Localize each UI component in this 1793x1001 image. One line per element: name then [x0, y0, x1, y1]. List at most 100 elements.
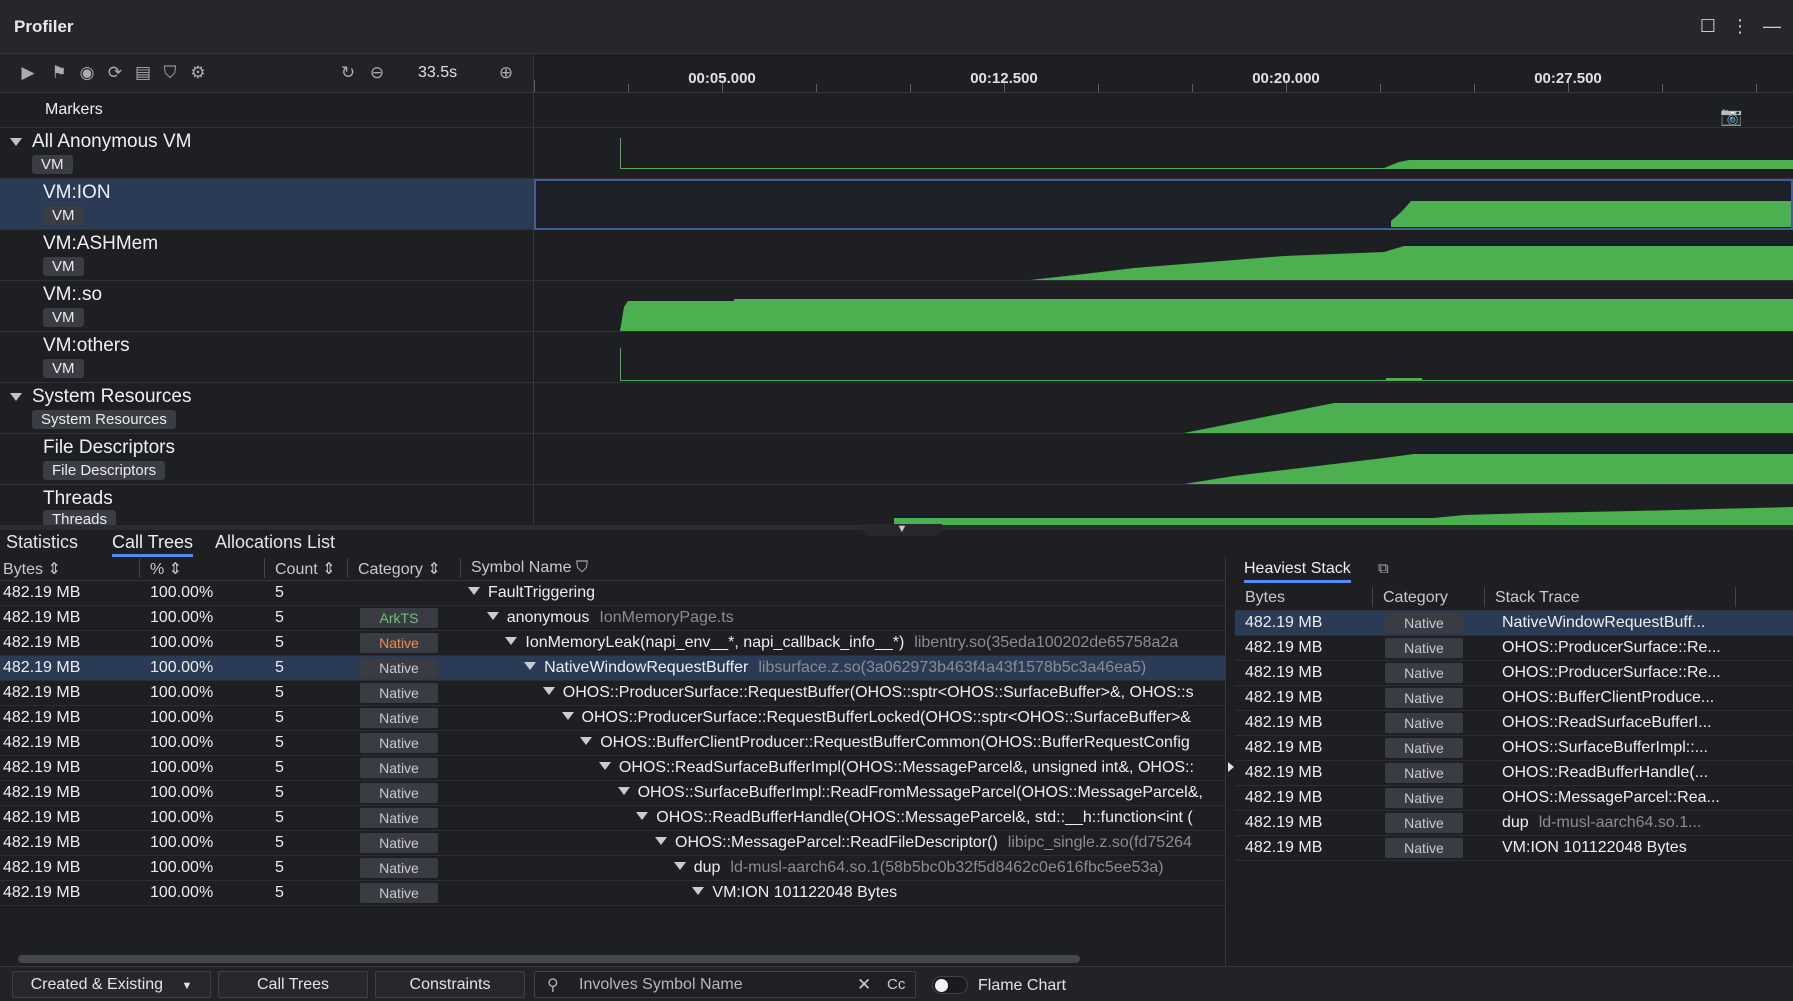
stack-row[interactable]: 482.19 MB Native VM:ION 101122048 Bytes: [1235, 836, 1793, 861]
expand-icon[interactable]: [655, 837, 667, 845]
track-vm-so[interactable]: VM:.so VM: [0, 281, 533, 332]
hs-column-bytes[interactable]: Bytes: [1245, 589, 1285, 607]
table-row[interactable]: 482.19 MB 100.00% 5 Native OHOS::ReadBufferH…: [0, 806, 1225, 831]
expand-icon[interactable]: [524, 662, 537, 670]
settings-icon[interactable]: ⚙: [187, 62, 209, 84]
lane-vm-so[interactable]: [534, 281, 1793, 332]
flag-icon[interactable]: ⚑: [48, 62, 70, 84]
column-divider[interactable]: [264, 558, 265, 578]
markers-lane[interactable]: [534, 93, 1793, 128]
expand-icon[interactable]: [598, 762, 611, 770]
reset-zoom-icon[interactable]: ↻: [337, 62, 359, 84]
column-bytes[interactable]: Bytes ⇕: [3, 559, 61, 579]
expand-icon[interactable]: [542, 687, 555, 695]
hs-column-stack-trace[interactable]: Stack Trace: [1495, 589, 1579, 607]
column-divider[interactable]: [347, 558, 348, 578]
filter-icon[interactable]: ⛉: [576, 559, 588, 576]
track-vm-ashmem[interactable]: VM:ASHMem VM: [0, 230, 533, 281]
more-options-icon[interactable]: ⋮: [1728, 14, 1752, 38]
lane-vm-ashmem[interactable]: [534, 230, 1793, 281]
stack-row[interactable]: 482.19 MB Native OHOS::ReadSurfaceBufferI.…: [1235, 711, 1793, 736]
column-percent[interactable]: % ⇕: [150, 559, 182, 579]
stack-row[interactable]: 482.19 MB Native OHOS::ReadBufferHandle(..…: [1235, 761, 1793, 786]
panel-divider[interactable]: [1225, 556, 1226, 966]
column-divider[interactable]: [1735, 587, 1736, 607]
lane-vm-ion[interactable]: [534, 179, 1793, 230]
record-icon[interactable]: ◉: [76, 62, 98, 84]
expand-icon[interactable]: [673, 862, 686, 870]
expand-icon[interactable]: [561, 712, 574, 720]
column-symbol-name[interactable]: Symbol Name ⛉: [471, 559, 588, 577]
expand-icon[interactable]: [505, 637, 518, 645]
expand-icon[interactable]: [486, 612, 499, 620]
table-row[interactable]: 482.19 MB 100.00% 5 Native OHOS::ReadSurface…: [0, 756, 1225, 781]
table-row[interactable]: 482.19 MB 100.00% 5 Native NativeWindowReque…: [0, 656, 1225, 681]
mode-dropdown[interactable]: Created & Existing ▼: [12, 971, 211, 998]
case-sensitive-toggle[interactable]: Cc: [887, 976, 905, 993]
lane-threads[interactable]: [534, 485, 1793, 525]
minimize-icon[interactable]: —: [1760, 14, 1784, 38]
stack-row[interactable]: 482.19 MB Native OHOS::ProducerSurface::Re…: [1235, 636, 1793, 661]
stack-row[interactable]: 482.19 MB Native OHOS::BufferClientProduce…: [1235, 686, 1793, 711]
track-vm-ion[interactable]: VM:ION VM: [0, 179, 533, 230]
camera-icon[interactable]: 📷: [1720, 107, 1742, 125]
tab-statistics[interactable]: Statistics: [6, 532, 78, 553]
lane-system-resources[interactable]: [534, 383, 1793, 434]
expand-icon[interactable]: [617, 787, 630, 795]
table-row[interactable]: 482.19 MB 100.00% 5 ArkTS anonymous IonMemory…: [0, 606, 1225, 631]
track-threads[interactable]: Threads Threads: [0, 485, 533, 525]
expand-icon[interactable]: [636, 812, 649, 820]
tab-call-trees[interactable]: Call Trees: [112, 532, 194, 557]
maximize-icon[interactable]: ☐: [1696, 14, 1720, 38]
horizontal-scrollbar[interactable]: [18, 955, 1080, 963]
table-row[interactable]: 482.19 MB 100.00% 5 Native OHOS::BufferClien…: [0, 731, 1225, 756]
track-system-resources[interactable]: System Resources System Resources: [0, 383, 533, 434]
expand-icon[interactable]: [692, 887, 705, 895]
track-file-descriptors[interactable]: File Descriptors File Descriptors: [0, 434, 533, 485]
hs-column-category[interactable]: Category: [1383, 589, 1448, 607]
column-divider[interactable]: [139, 558, 140, 578]
stack-row[interactable]: 482.19 MB Native OHOS::ProducerSurface::Re…: [1235, 661, 1793, 686]
lane-vm-others[interactable]: [534, 332, 1793, 383]
zoom-in-icon[interactable]: ⊕: [495, 62, 517, 84]
lane-file-descriptors[interactable]: [534, 434, 1793, 485]
table-row[interactable]: 482.19 MB 100.00% 5 Native VM:ION 101122048 …: [0, 881, 1225, 906]
column-divider[interactable]: [1372, 587, 1373, 607]
time-ruler[interactable]: 00:05.000 00:12.500 00:20.000 00:27.500: [534, 54, 1793, 93]
column-category[interactable]: Category ⇕: [358, 559, 441, 579]
call-trees-button[interactable]: Call Trees: [218, 971, 368, 998]
stack-row[interactable]: 482.19 MB Native OHOS::SurfaceBufferImpl::…: [1235, 736, 1793, 761]
table-row[interactable]: 482.19 MB 100.00% 5 Native IonMemoryLeak(nap…: [0, 631, 1225, 656]
stack-settings-icon[interactable]: ⧉: [1378, 560, 1396, 578]
tab-heaviest-stack[interactable]: Heaviest Stack: [1244, 560, 1351, 583]
stack-row[interactable]: 482.19 MB Native dup ld-musl-aarch64.so.1..…: [1235, 811, 1793, 836]
trash-icon[interactable]: ▤: [132, 62, 154, 84]
table-row[interactable]: 482.19 MB 100.00% 5 Native OHOS::SurfaceBuff…: [0, 781, 1225, 806]
zoom-out-icon[interactable]: ⊖: [366, 62, 388, 84]
column-count[interactable]: Count ⇕: [275, 559, 336, 579]
table-row[interactable]: 482.19 MB 100.00% 5 Native OHOS::ProducerSur…: [0, 681, 1225, 706]
timeline-lanes[interactable]: [534, 93, 1793, 525]
table-row[interactable]: 482.19 MB 100.00% 5 Native dup ld-musl-aarch6…: [0, 856, 1225, 881]
expand-icon[interactable]: [468, 587, 480, 595]
lane-all-anonymous-vm[interactable]: [534, 128, 1793, 179]
markers-row[interactable]: Markers: [0, 93, 533, 128]
tab-allocations-list[interactable]: Allocations List: [215, 532, 335, 553]
filter-icon[interactable]: ⛉: [159, 62, 181, 84]
play-icon[interactable]: ▶: [17, 62, 39, 84]
collapse-icon[interactable]: [10, 393, 22, 401]
stack-row[interactable]: 482.19 MB Native OHOS::MessageParcel::Rea.…: [1235, 786, 1793, 811]
column-divider[interactable]: [460, 558, 461, 578]
track-vm-others[interactable]: VM:others VM: [0, 332, 533, 383]
column-divider[interactable]: [1484, 587, 1485, 607]
table-row[interactable]: 482.19 MB 100.00% 5 Native OHOS::ProducerSur…: [0, 706, 1225, 731]
clear-icon[interactable]: ✕: [857, 975, 871, 995]
table-row[interactable]: 482.19 MB 100.00% 5 Native OHOS::MessageParc…: [0, 831, 1225, 856]
constraints-button[interactable]: Constraints: [375, 971, 525, 998]
table-row[interactable]: 482.19 MB 100.00% 5 FaultTriggering: [0, 581, 1225, 606]
stack-row[interactable]: 482.19 MB Native NativeWindowRequestBuff..…: [1235, 611, 1793, 636]
track-all-anonymous-vm[interactable]: All Anonymous VM VM: [0, 128, 533, 179]
flame-chart-toggle[interactable]: [932, 976, 968, 994]
symbol-search-input[interactable]: ⚲ Involves Symbol Name ✕ Cc: [534, 971, 916, 998]
collapse-icon[interactable]: [10, 138, 22, 146]
